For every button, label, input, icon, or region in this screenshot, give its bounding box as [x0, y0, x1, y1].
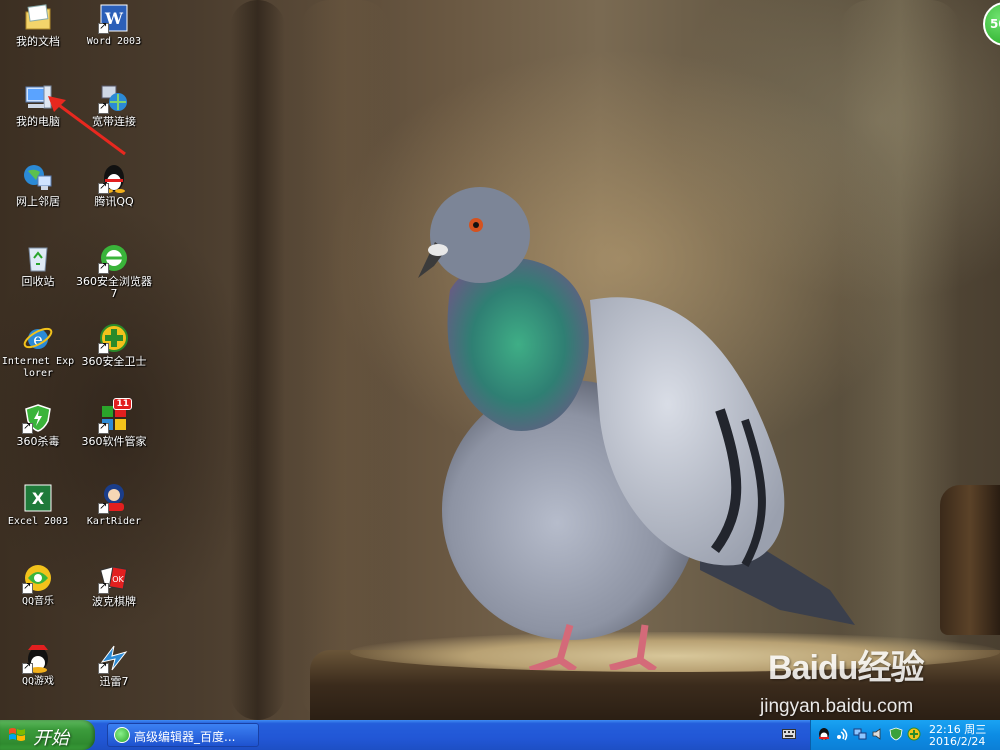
360-safeguard-icon: [98, 322, 130, 354]
desktop-icon[interactable]: W Word 2003: [76, 2, 152, 48]
desktop-icon[interactable]: QQ游戏: [0, 642, 76, 688]
desktop-icon-label: 我的文档: [16, 35, 60, 48]
clock-date[interactable]: 2016/2/24: [929, 735, 985, 748]
qq-games-icon: [22, 642, 54, 674]
desktop-icon[interactable]: 迅雷7: [76, 642, 152, 688]
system-tray: 22:16 周三 2016/2/24: [810, 720, 1000, 750]
desktop-icon[interactable]: X Excel 2003: [0, 482, 76, 528]
desktop-icon-label: 腾讯QQ: [94, 195, 134, 208]
qq-music-icon: [22, 562, 54, 594]
360-browser-icon: [98, 242, 130, 274]
thunder-icon: [98, 642, 130, 674]
desktop-icon[interactable]: e Internet Explorer: [0, 322, 76, 380]
shortcut-arrow-icon: [98, 421, 109, 434]
desktop-icon-label: QQ游戏: [21, 676, 55, 687]
desktop-icon-label: 迅雷7: [99, 675, 129, 688]
svg-text:OK: OK: [112, 575, 124, 584]
baidu-watermark: Baidu经验 jingyan.baidu.com: [760, 640, 968, 720]
qq-penguin-icon: [98, 162, 130, 194]
start-button[interactable]: 开始: [0, 720, 95, 750]
start-label: 开始: [33, 728, 69, 749]
recycle-bin-icon: [22, 242, 54, 274]
shortcut-arrow-icon: [98, 21, 109, 34]
network-icon[interactable]: [853, 727, 867, 741]
360-browser-icon: [114, 727, 130, 743]
360-software-manager-icon: 11: [98, 398, 132, 434]
desktop-icon-label: 波克棋牌: [92, 595, 136, 608]
watermark-url: jingyan.baidu.com: [760, 696, 914, 717]
annotation-arrow-icon: [48, 96, 126, 156]
desktop-icon[interactable]: 360杀毒: [0, 402, 76, 448]
desktop-icon-label: Internet Explorer: [1, 356, 75, 379]
desktop-icon[interactable]: 360安全卫士: [76, 322, 152, 368]
poker-games-icon: OK: [98, 562, 130, 594]
desktop-icon[interactable]: 360安全浏览器7: [76, 242, 152, 300]
my-documents-icon: [22, 2, 54, 34]
desktop-icon-label: 360安全卫士: [81, 355, 147, 368]
svg-text:X: X: [32, 489, 45, 508]
desktop-icon[interactable]: 11 360软件管家: [76, 398, 152, 448]
desktop-icon[interactable]: QQ音乐: [0, 562, 76, 608]
speed-badge-value: 50: [990, 17, 1000, 31]
volume-icon[interactable]: [871, 727, 885, 741]
desktop-icon-label: QQ音乐: [21, 596, 55, 607]
shortcut-arrow-icon: [98, 261, 109, 274]
desktop-icon-label: 360安全浏览器7: [76, 275, 152, 300]
shortcut-arrow-icon: [98, 581, 109, 594]
desktop-icon-label: Excel 2003: [7, 516, 69, 527]
internet-explorer-icon: e: [22, 322, 54, 354]
shortcut-arrow-icon: [98, 501, 109, 514]
wallpaper-log: [940, 485, 1000, 635]
qq-tray-icon[interactable]: [817, 727, 831, 741]
kartrider-icon: [98, 482, 130, 514]
360-shield-tray-icon[interactable]: [889, 727, 903, 741]
desktop-icon-label: 回收站: [21, 275, 55, 288]
desktop-icon[interactable]: 回收站: [0, 242, 76, 288]
shortcut-arrow-icon: [22, 421, 33, 434]
network-places-icon: [22, 162, 54, 194]
shortcut-arrow-icon: [98, 341, 109, 354]
update-count-badge: 11: [113, 398, 132, 410]
wallpaper-pigeon: [418, 187, 855, 670]
watermark-logo: Baidu经验: [768, 649, 924, 687]
taskbar-window-button[interactable]: 高级编辑器_百度...: [107, 723, 259, 747]
desktop-icon[interactable]: 我的文档: [0, 2, 76, 48]
windows-flag-icon: [9, 728, 25, 741]
word-icon: W: [98, 2, 130, 34]
shortcut-arrow-icon: [98, 181, 109, 194]
desktop-icon[interactable]: 腾讯QQ: [76, 162, 152, 208]
shortcut-arrow-icon: [22, 661, 33, 674]
taskbar: 开始 高级编辑器_百度... 22:16 周三 2016/2/24: [0, 720, 1000, 750]
desktop-icon-label: 360杀毒: [16, 435, 60, 448]
desktop-icon-label: Word 2003: [86, 36, 142, 47]
wallpaper-tree-trunk: [230, 0, 285, 720]
desktop-icon-label: 360软件管家: [81, 435, 147, 448]
excel-icon: X: [22, 482, 54, 514]
desktop-icon[interactable]: OK 波克棋牌: [76, 562, 152, 608]
360-antivirus-icon: [22, 402, 54, 434]
desktop-icon-label: 网上邻居: [16, 195, 60, 208]
taskbar-window-label: 高级编辑器_百度...: [134, 730, 236, 744]
keyboard-icon[interactable]: [782, 728, 796, 740]
desktop-icon-label: KartRider: [86, 516, 142, 527]
desktop-icon[interactable]: KartRider: [76, 482, 152, 528]
desktop-icon[interactable]: 网上邻居: [0, 162, 76, 208]
shortcut-arrow-icon: [22, 581, 33, 594]
wallpaper-tree-trunk: [300, 0, 390, 720]
wireless-icon[interactable]: [835, 727, 849, 741]
shortcut-arrow-icon: [98, 661, 109, 674]
360-safeguard-tray-icon[interactable]: [907, 727, 921, 741]
